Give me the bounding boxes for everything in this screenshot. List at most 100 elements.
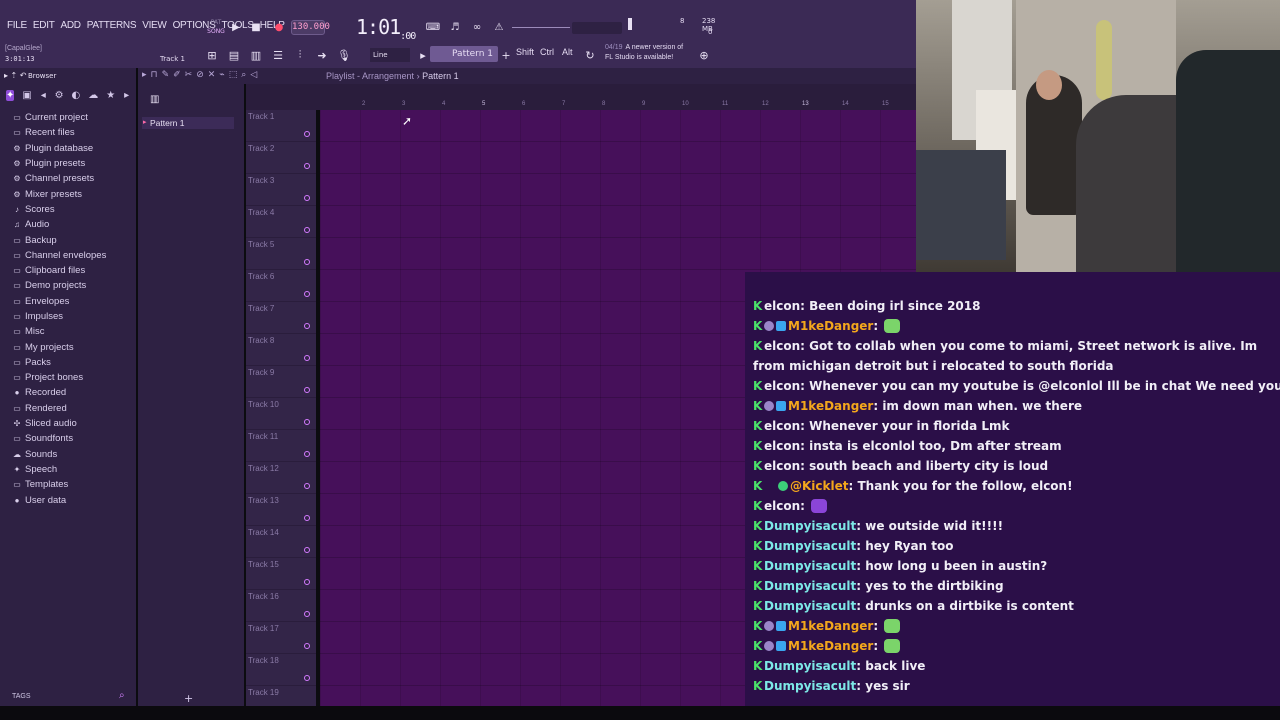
menu-view[interactable]: VIEW: [139, 20, 169, 31]
track-mute-led[interactable]: [304, 451, 310, 457]
track-mute-led[interactable]: [304, 515, 310, 521]
browser-star-icon[interactable]: ★: [106, 90, 115, 101]
chat-username[interactable]: M1keDanger: [788, 319, 873, 333]
chat-username[interactable]: elcon: [764, 499, 800, 513]
track-header[interactable]: Track 9: [246, 366, 316, 398]
track-header[interactable]: Track 13: [246, 494, 316, 526]
track-header[interactable]: Track 14: [246, 526, 316, 558]
piano-icon[interactable]: ▥: [150, 94, 159, 105]
browser-item[interactable]: ♫ Audio: [12, 217, 136, 232]
metronome-button[interactable]: ⚠: [490, 18, 508, 36]
chat-username[interactable]: Dumpyisacult: [764, 539, 856, 553]
browser-item[interactable]: ▭ Soundfonts: [12, 431, 136, 446]
piano-roll-button[interactable]: ▥: [247, 46, 265, 64]
browser-item[interactable]: ● Recorded: [12, 385, 136, 400]
slip-icon[interactable]: ✕: [208, 70, 216, 80]
browser-item[interactable]: ⚙ Plugin presets: [12, 156, 136, 171]
track-header[interactable]: Track 10: [246, 398, 316, 430]
mixer-button[interactable]: ⫶: [291, 46, 309, 64]
browser-plugin-icon[interactable]: ⚙: [55, 90, 64, 101]
track-mute-led[interactable]: [304, 355, 310, 361]
track-header[interactable]: Track 15: [246, 558, 316, 590]
track-mute-led[interactable]: [304, 227, 310, 233]
browser-item[interactable]: ▭ Channel envelopes: [12, 248, 136, 263]
shift-key[interactable]: Shift: [516, 47, 534, 57]
play-button[interactable]: ▶: [227, 18, 245, 36]
select-icon[interactable]: ⬚: [229, 70, 238, 80]
chat-username[interactable]: M1keDanger: [788, 619, 873, 633]
chat-username[interactable]: Dumpyisacult: [764, 579, 856, 593]
track-header[interactable]: Track 4: [246, 206, 316, 238]
chat-username[interactable]: Dumpyisacult: [764, 559, 856, 573]
track-mute-led[interactable]: [304, 259, 310, 265]
typing-keyboard-button[interactable]: ⌨: [424, 18, 442, 36]
search-icon[interactable]: ⌕: [119, 690, 125, 701]
add-pattern-button[interactable]: +: [497, 46, 515, 64]
browser-item[interactable]: ● User data: [12, 492, 136, 507]
browser-item[interactable]: ✦ Speech: [12, 462, 136, 477]
track-header[interactable]: Track 18: [246, 654, 316, 686]
browser-item[interactable]: ✣ Sliced audio: [12, 416, 136, 431]
delete-icon[interactable]: ✂: [185, 70, 193, 80]
pattern-item[interactable]: Pattern 1: [142, 117, 234, 129]
browser-cloud-icon[interactable]: ☁: [88, 90, 98, 101]
browser-item[interactable]: ▭ Recent files: [12, 125, 136, 140]
track-header[interactable]: Track 1: [246, 110, 316, 142]
browser-arrows-icon[interactable]: ▸ ⇡ ↶: [4, 71, 27, 80]
track-header[interactable]: Track 12: [246, 462, 316, 494]
browser-item[interactable]: ⚙ Plugin database: [12, 141, 136, 156]
browser-item[interactable]: ▭ My projects: [12, 339, 136, 354]
browser-item[interactable]: ♪ Scores: [12, 202, 136, 217]
track-mute-led[interactable]: [304, 323, 310, 329]
ctrl-key[interactable]: Ctrl: [540, 47, 554, 57]
pattern-selector[interactable]: Pattern 1: [430, 46, 498, 62]
browser-item[interactable]: ▭ Current project: [12, 110, 136, 125]
chat-username[interactable]: @Kicklet: [790, 479, 849, 493]
chat-username[interactable]: M1keDanger: [788, 399, 873, 413]
track-mute-led[interactable]: [304, 547, 310, 553]
chat-username[interactable]: elcon: [764, 419, 800, 433]
track-mute-led[interactable]: [304, 163, 310, 169]
menu-add[interactable]: ADD: [58, 20, 84, 31]
track-mute-led[interactable]: [304, 579, 310, 585]
chat-username[interactable]: Dumpyisacult: [764, 599, 856, 613]
paint-icon[interactable]: ✐: [173, 70, 181, 80]
mic-button[interactable]: 🎙: [335, 46, 353, 64]
chat-username[interactable]: Dumpyisacult: [764, 679, 856, 693]
chat-username[interactable]: Dumpyisacult: [764, 519, 856, 533]
add-pattern-icon[interactable]: +: [184, 692, 193, 705]
browser-item[interactable]: ⚙ Mixer presets: [12, 186, 136, 201]
track-mute-led[interactable]: [304, 291, 310, 297]
menu-arrow-icon[interactable]: ▸: [142, 70, 147, 80]
browser-item[interactable]: ▭ Envelopes: [12, 294, 136, 309]
draw-icon[interactable]: ✎: [162, 70, 170, 80]
news-panel[interactable]: 04/19 A newer version of FL Studio is ava…: [605, 43, 683, 63]
track-header[interactable]: Track 16: [246, 590, 316, 622]
step-edit-button[interactable]: ♬: [446, 18, 464, 36]
channel-rack-button[interactable]: ☰: [269, 46, 287, 64]
track-mute-led[interactable]: [304, 483, 310, 489]
browser-file-icon[interactable]: ▣: [22, 90, 31, 101]
track-header[interactable]: Track 7: [246, 302, 316, 334]
chat-username[interactable]: elcon: [764, 339, 800, 353]
browser-item[interactable]: ▭ Clipboard files: [12, 263, 136, 278]
mute-icon[interactable]: ⊘: [196, 70, 204, 80]
browser-item[interactable]: ▭ Backup: [12, 232, 136, 247]
snap-tool-button[interactable]: ⊞: [203, 46, 221, 64]
blend-notes-button[interactable]: ∞: [468, 18, 486, 36]
browser-item[interactable]: ▭ Project bones: [12, 370, 136, 385]
track-header[interactable]: Track 8: [246, 334, 316, 366]
master-pitch-slider[interactable]: [512, 27, 570, 28]
chat-username[interactable]: elcon: [764, 379, 800, 393]
browser-item[interactable]: ☁ Sounds: [12, 447, 136, 462]
track-mute-led[interactable]: [304, 675, 310, 681]
chat-username[interactable]: elcon: [764, 299, 800, 313]
online-button[interactable]: ⊕: [695, 46, 713, 64]
browser-item[interactable]: ▭ Templates: [12, 477, 136, 492]
browser-item[interactable]: ▭ Rendered: [12, 401, 136, 416]
track-mute-led[interactable]: [304, 643, 310, 649]
playback-icon[interactable]: ◁: [250, 70, 257, 80]
chat-username[interactable]: elcon: [764, 439, 800, 453]
menu-file[interactable]: FILE: [4, 20, 30, 31]
stop-button[interactable]: ■: [247, 18, 265, 36]
